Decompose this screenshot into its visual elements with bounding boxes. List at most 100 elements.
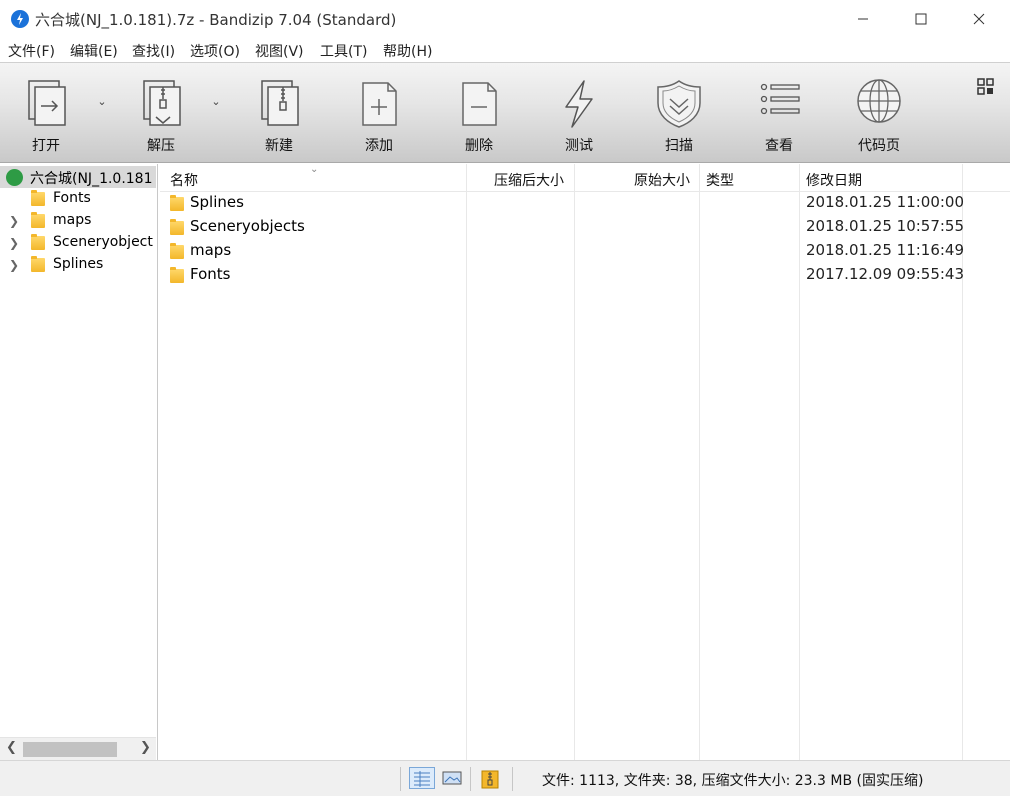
open-icon [28, 80, 66, 126]
menu-tools[interactable]: 工具(T) [320, 41, 367, 61]
close-button[interactable] [950, 0, 1008, 38]
file-row[interactable]: maps 2018.01.25 11:16:49 [160, 239, 1010, 263]
extract-label: 解压 [147, 138, 175, 154]
folder-tree: 六合城(NJ_1.0.181 Fonts ❯ maps ❯ Sceneryobj… [0, 164, 158, 760]
minimize-icon [858, 18, 868, 20]
tree-item-label: Splines [53, 256, 104, 272]
status-bar: 文件: 1113, 文件夹: 38, 压缩文件大小: 23.3 MB (固实压缩… [0, 760, 1010, 796]
scrollbar-thumb[interactable] [23, 742, 117, 757]
layout-grid-icon[interactable] [976, 77, 996, 97]
maximize-icon [915, 13, 927, 25]
file-name: maps [190, 241, 232, 259]
archive-7z-icon [6, 169, 23, 186]
new-archive-label: 新建 [265, 138, 293, 154]
folder-icon [31, 212, 45, 228]
menu-bar: 文件(F) 编辑(E) 查找(I) 选项(O) 视图(V) 工具(T) 帮助(H… [0, 38, 1010, 62]
column-header-type[interactable]: 类型 [706, 170, 734, 190]
view-list-icon [760, 83, 800, 115]
column-header-original[interactable]: 原始大小 [634, 170, 690, 190]
menu-find[interactable]: 查找(I) [132, 41, 175, 61]
minimize-button[interactable] [834, 0, 892, 38]
open-dropdown-chevron-icon[interactable]: ⌄ [95, 95, 109, 109]
scan-shield-icon [657, 80, 701, 128]
delete-label: 删除 [465, 138, 493, 154]
view-label: 查看 [765, 138, 793, 154]
codepage-button[interactable]: 代码页 [838, 63, 920, 163]
sort-caret-icon: ⌄ [310, 164, 319, 175]
folder-icon [31, 234, 45, 250]
details-view-icon [414, 771, 430, 787]
tree-horizontal-scrollbar[interactable]: ❮ ❯ [0, 737, 156, 760]
menu-help[interactable]: 帮助(H) [383, 41, 432, 61]
expand-chevron-icon[interactable]: ❯ [9, 258, 19, 272]
list-header: 名称 ⌄ 压缩后大小 原始大小 类型 修改日期 [160, 164, 1010, 192]
file-name: Sceneryobjects [190, 217, 305, 235]
details-view-button[interactable] [409, 767, 435, 789]
tree-root-label: 六合城(NJ_1.0.181 [30, 171, 153, 187]
file-row[interactable]: Fonts 2017.12.09 09:55:43 [160, 263, 1010, 287]
menu-edit[interactable]: 编辑(E) [70, 41, 118, 61]
extract-dropdown-chevron-icon[interactable]: ⌄ [209, 95, 223, 109]
tree-item-fonts[interactable]: Fonts [0, 188, 156, 210]
folder-icon [31, 190, 45, 206]
tree-item-maps[interactable]: ❯ maps [0, 210, 156, 232]
new-archive-button[interactable]: 新建 [238, 63, 320, 163]
file-modified: 2017.12.09 09:55:43 [806, 265, 965, 283]
extract-icon [143, 80, 181, 126]
menu-file[interactable]: 文件(F) [8, 41, 55, 61]
toolbar: 打开 ⌄ 解压 ⌄ 新建 添加 删除 测试 扫描 查看 代码页 [0, 62, 1010, 163]
test-button[interactable]: 测试 [538, 63, 620, 163]
file-row[interactable]: Splines 2018.01.25 11:00:00 [160, 191, 1010, 215]
folder-icon [170, 243, 184, 259]
expand-chevron-icon[interactable]: ❯ [9, 236, 19, 250]
file-name: Fonts [190, 265, 231, 283]
column-header-name[interactable]: 名称 [170, 170, 198, 190]
tree-root-archive[interactable]: 六合城(NJ_1.0.181 [0, 166, 156, 188]
file-list: 名称 ⌄ 压缩后大小 原始大小 类型 修改日期 Splines 2018.01.… [160, 164, 1010, 760]
expand-chevron-icon[interactable]: ❯ [9, 214, 19, 228]
file-row[interactable]: Sceneryobjects 2018.01.25 10:57:55 [160, 215, 1010, 239]
file-modified: 2018.01.25 11:00:00 [806, 193, 965, 211]
folder-icon [170, 267, 184, 283]
menu-options[interactable]: 选项(O) [190, 41, 240, 61]
status-divider [512, 767, 513, 791]
maximize-button[interactable] [892, 0, 950, 38]
add-button[interactable]: 添加 [338, 63, 420, 163]
delete-file-icon [462, 82, 497, 126]
column-header-compressed[interactable]: 压缩后大小 [494, 170, 564, 190]
open-button[interactable]: 打开 [5, 63, 87, 163]
status-summary: 文件: 1113, 文件夹: 38, 压缩文件大小: 23.3 MB (固实压缩… [542, 773, 924, 789]
delete-button[interactable]: 删除 [438, 63, 520, 163]
scroll-right-arrow-icon[interactable]: ❯ [140, 740, 151, 755]
folder-icon [170, 195, 184, 211]
view-button[interactable]: 查看 [738, 63, 820, 163]
scan-button[interactable]: 扫描 [638, 63, 720, 163]
scroll-left-arrow-icon[interactable]: ❮ [6, 740, 17, 755]
menu-view[interactable]: 视图(V) [255, 41, 304, 61]
new-archive-icon [261, 80, 299, 126]
tree-item-sceneryobjects[interactable]: ❯ Sceneryobject [0, 232, 156, 254]
scan-label: 扫描 [665, 138, 693, 154]
test-label: 测试 [565, 138, 593, 154]
test-bolt-icon [565, 80, 593, 128]
folder-icon [31, 256, 45, 272]
tree-item-splines[interactable]: ❯ Splines [0, 254, 156, 276]
add-label: 添加 [365, 138, 393, 154]
codepage-globe-icon [857, 79, 901, 123]
folder-icon [170, 219, 184, 235]
status-divider [400, 767, 401, 791]
title-bar: 六合城(NJ_1.0.181).7z - Bandizip 7.04 (Stan… [0, 0, 1010, 38]
column-header-modified[interactable]: 修改日期 [806, 170, 862, 190]
add-file-icon [362, 82, 397, 126]
open-label: 打开 [32, 138, 60, 154]
tree-item-label: Fonts [53, 190, 91, 206]
file-name: Splines [190, 193, 244, 211]
extract-button[interactable]: 解压 [120, 63, 202, 163]
tree-item-label: Sceneryobject [53, 234, 153, 250]
archive-zip-icon [481, 770, 499, 789]
bandizip-app-icon [11, 10, 29, 28]
status-divider [470, 767, 471, 791]
window-title: 六合城(NJ_1.0.181).7z - Bandizip 7.04 (Stan… [35, 11, 397, 29]
file-modified: 2018.01.25 11:16:49 [806, 241, 965, 259]
thumbnail-view-icon[interactable] [441, 769, 463, 787]
